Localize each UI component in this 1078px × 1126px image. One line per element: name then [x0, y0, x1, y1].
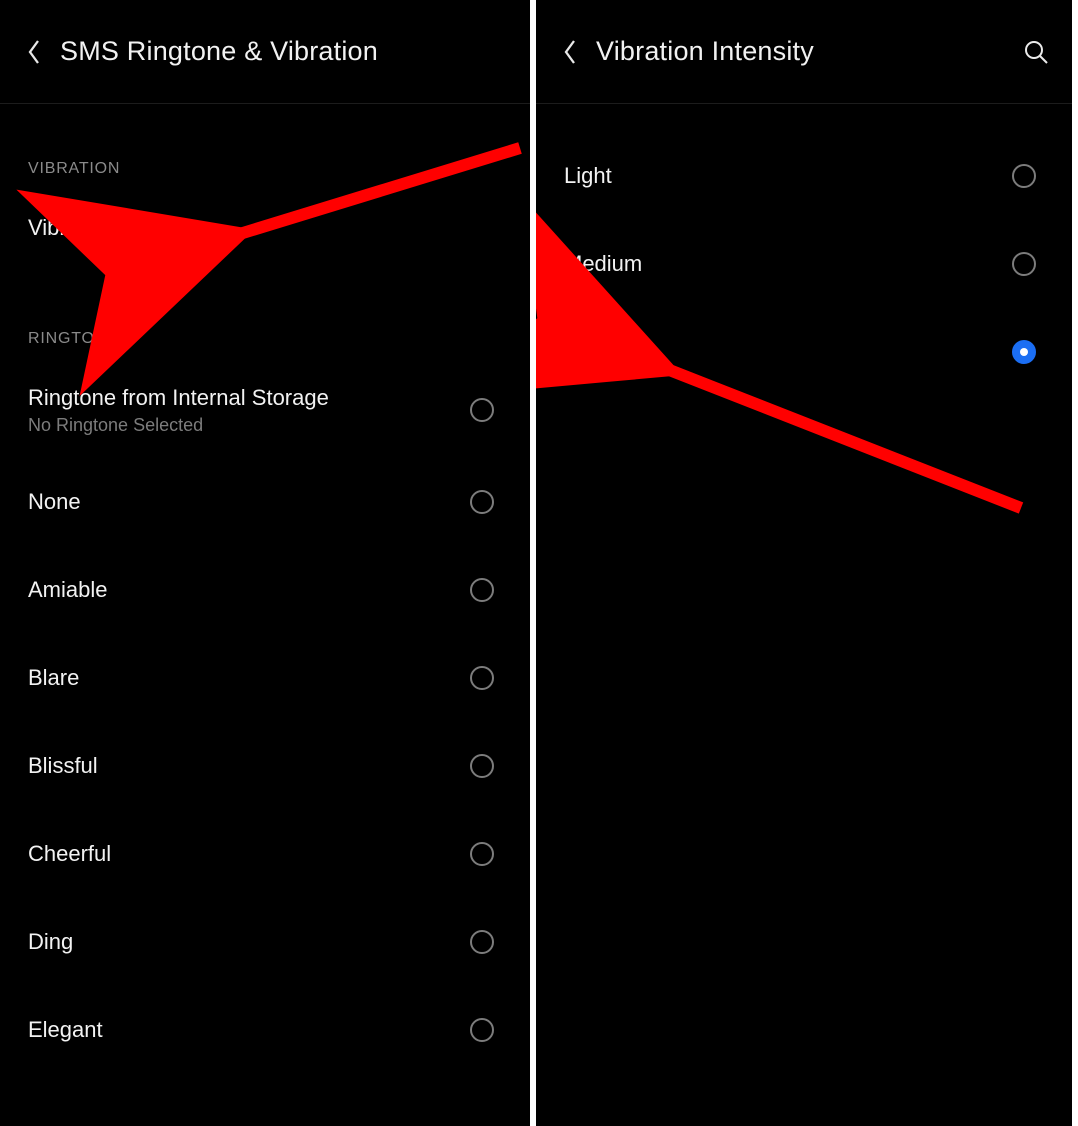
- row-ringtone-elegant[interactable]: Elegant: [28, 986, 502, 1074]
- radio-button[interactable]: [470, 1018, 494, 1042]
- row-label: Blissful: [28, 753, 454, 779]
- row-ringtone-blare[interactable]: Blare: [28, 634, 502, 722]
- row-vibration-intensity[interactable]: Vibration Intensity: [28, 192, 502, 264]
- row-sublabel: No Ringtone Selected: [28, 415, 454, 436]
- radio-button[interactable]: [1012, 164, 1036, 188]
- row-label: None: [28, 489, 454, 515]
- radio-button[interactable]: [470, 754, 494, 778]
- page-title: Vibration Intensity: [596, 36, 814, 67]
- row-ringtone-none[interactable]: None: [28, 458, 502, 546]
- radio-button[interactable]: [1012, 252, 1036, 276]
- row-label: Light: [564, 163, 996, 189]
- radio-button[interactable]: [470, 930, 494, 954]
- search-icon: [1023, 39, 1049, 65]
- row-label: Strong: [564, 339, 996, 365]
- section-label-ringtone: RINGTONE: [28, 264, 502, 362]
- header: SMS Ringtone & Vibration: [0, 0, 530, 104]
- row-label: Medium: [564, 251, 996, 277]
- row-option-strong[interactable]: Strong: [564, 308, 1044, 396]
- section-label-vibration: VIBRATION: [28, 104, 502, 192]
- row-ringtone-cheerful[interactable]: Cheerful: [28, 810, 502, 898]
- radio-button[interactable]: [1012, 340, 1036, 364]
- row-option-light[interactable]: Light: [564, 132, 1044, 220]
- row-ringtone-ding[interactable]: Ding: [28, 898, 502, 986]
- back-button[interactable]: [20, 38, 48, 66]
- row-label: Ding: [28, 929, 454, 955]
- radio-button[interactable]: [470, 490, 494, 514]
- chevron-left-icon: [26, 39, 42, 65]
- row-ringtone-internal[interactable]: Ringtone from Internal Storage No Ringto…: [28, 362, 502, 458]
- page-title: SMS Ringtone & Vibration: [60, 36, 378, 67]
- chevron-left-icon: [562, 39, 578, 65]
- screen-vibration-intensity: Vibration Intensity Light Medium Strong: [536, 0, 1072, 1126]
- back-button[interactable]: [556, 38, 584, 66]
- screen-sms-ringtone-vibration: SMS Ringtone & Vibration VIBRATION Vibra…: [0, 0, 536, 1126]
- radio-button[interactable]: [470, 398, 494, 422]
- search-button[interactable]: [1020, 36, 1052, 68]
- header: Vibration Intensity: [536, 0, 1072, 104]
- row-label: Ringtone from Internal Storage: [28, 385, 454, 411]
- row-label: Cheerful: [28, 841, 454, 867]
- row-ringtone-amiable[interactable]: Amiable: [28, 546, 502, 634]
- radio-button[interactable]: [470, 842, 494, 866]
- row-label: Elegant: [28, 1017, 454, 1043]
- radio-button[interactable]: [470, 578, 494, 602]
- row-ringtone-blissful[interactable]: Blissful: [28, 722, 502, 810]
- radio-button[interactable]: [470, 666, 494, 690]
- row-option-medium[interactable]: Medium: [564, 220, 1044, 308]
- row-label: Blare: [28, 665, 454, 691]
- row-label: Vibration Intensity: [28, 215, 502, 241]
- row-label: Amiable: [28, 577, 454, 603]
